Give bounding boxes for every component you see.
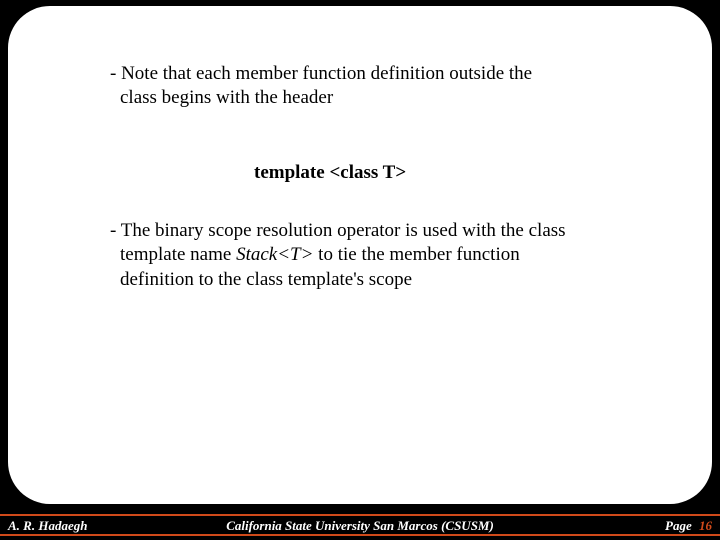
bullet-1-line-1: - Note that each member function definit…	[110, 63, 532, 84]
bullet-2: - The binary scope resolution operator i…	[92, 219, 652, 292]
bullet-1-line-2: class begins with the header	[120, 87, 333, 108]
footer: A. R. Hadaegh California State Universit…	[0, 510, 720, 540]
bullet-2-line-3: definition to the class template's scope	[120, 269, 412, 290]
footer-page: Page 16	[665, 518, 712, 534]
footer-affiliation: California State University San Marcos (…	[0, 518, 720, 534]
content-panel: - Note that each member function definit…	[8, 6, 712, 504]
slide: - Note that each member function definit…	[0, 0, 720, 540]
bullet-2-line-2-post: to tie the member function	[313, 244, 519, 265]
footer-text: A. R. Hadaegh California State Universit…	[0, 516, 720, 538]
template-header-code: template <class T>	[254, 161, 652, 185]
footer-page-label: Page	[665, 518, 692, 533]
bullet-2-line-1: - The binary scope resolution operator i…	[110, 220, 566, 241]
bullet-1: - Note that each member function definit…	[92, 62, 652, 111]
slide-body: - Note that each member function definit…	[92, 62, 652, 292]
bullet-2-line-2-italic: Stack<T>	[236, 244, 313, 265]
footer-page-number: 16	[699, 518, 712, 533]
bullet-2-line-2-pre: template name	[120, 244, 236, 265]
